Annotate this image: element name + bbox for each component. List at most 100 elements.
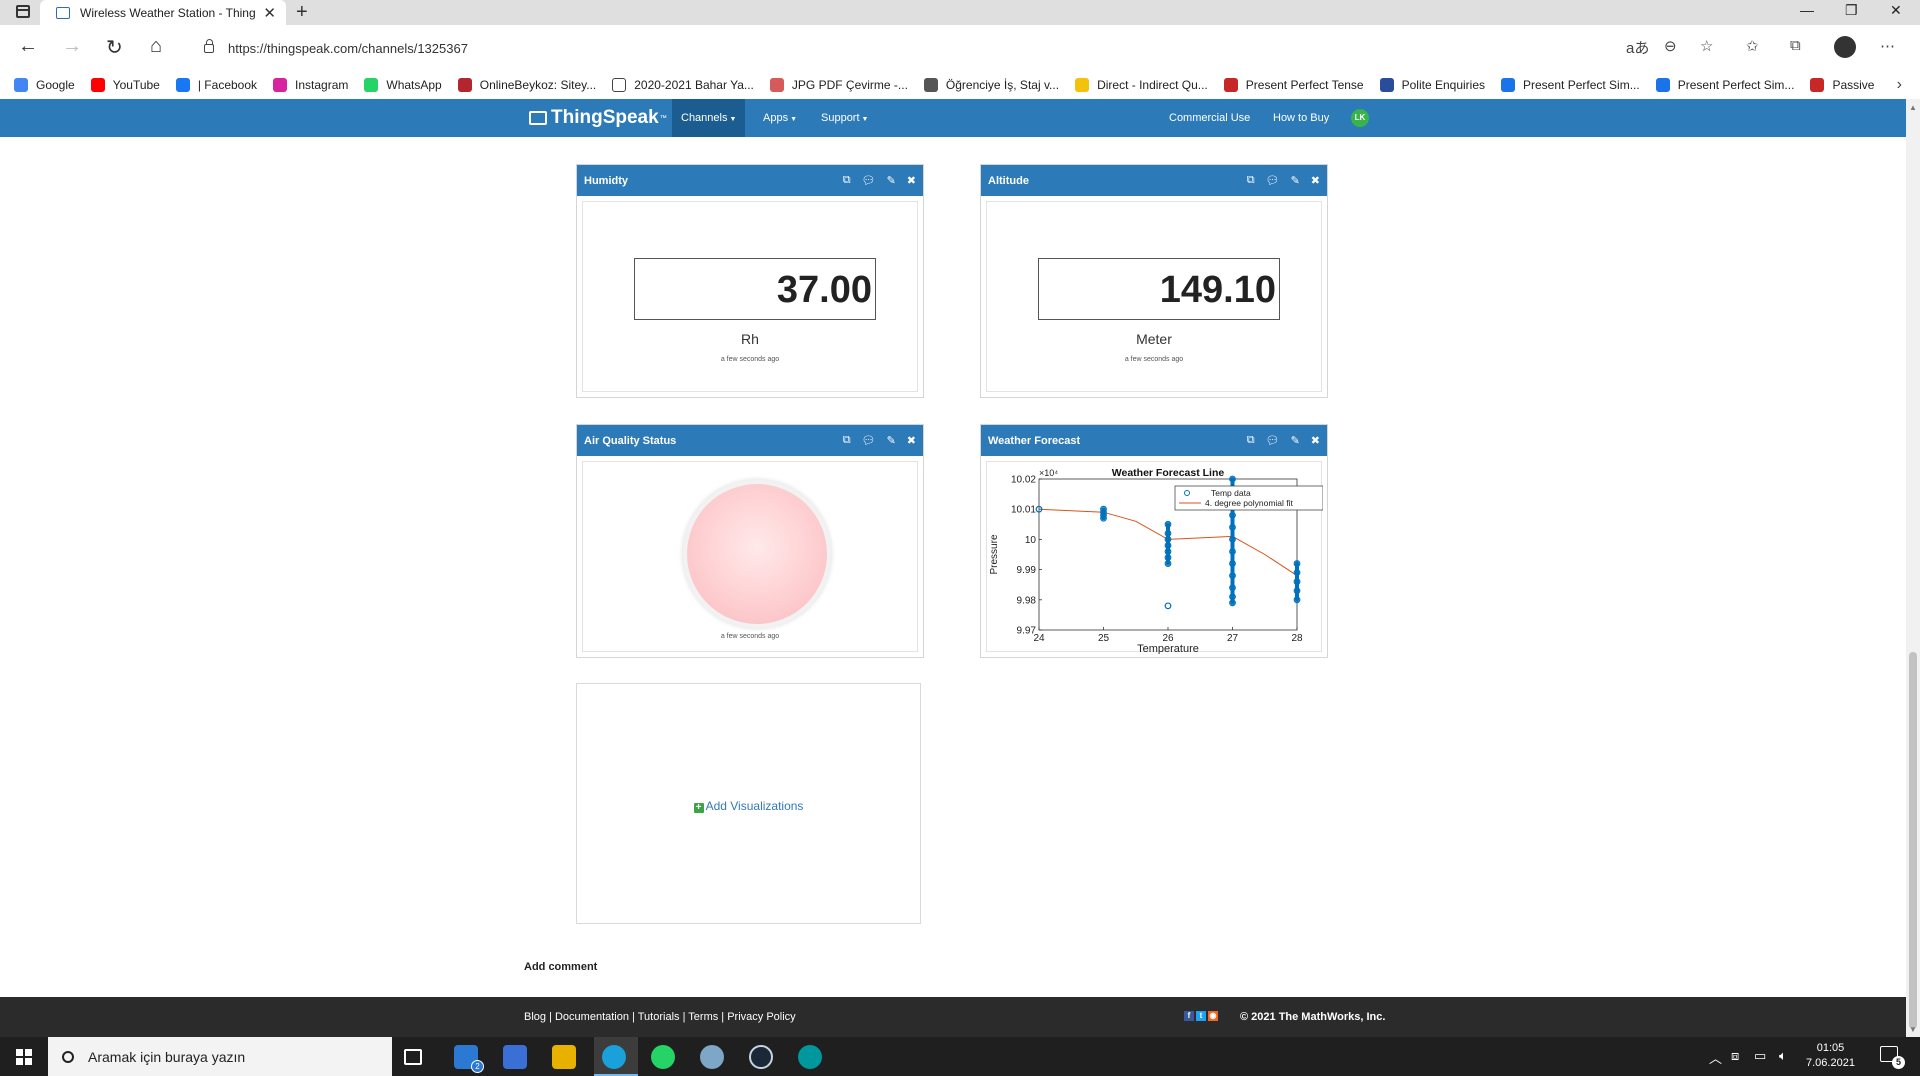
thingspeak-logo[interactable]: ThingSpeak ™ xyxy=(529,107,667,129)
forward-icon[interactable]: → xyxy=(62,35,82,58)
back-icon[interactable]: ← xyxy=(18,35,38,58)
twitter-icon[interactable]: t xyxy=(1196,1011,1206,1021)
steam-icon[interactable] xyxy=(749,1045,773,1069)
copyright: © 2021 The MathWorks, Inc. xyxy=(1240,1011,1386,1023)
edge-icon[interactable] xyxy=(602,1045,626,1069)
bookmark-item[interactable]: JPG PDF Çevirme -... xyxy=(769,78,908,92)
bookmarks-overflow-icon[interactable]: › xyxy=(1897,71,1902,99)
taskbar-search[interactable]: Aramak için buraya yazın xyxy=(48,1037,392,1076)
widget-title: Humidty xyxy=(584,174,628,187)
status-lamp xyxy=(687,484,827,624)
network-icon[interactable]: ▭ xyxy=(1754,1048,1766,1064)
popout-icon[interactable]: ⧉ xyxy=(843,434,851,447)
bookmark-item[interactable]: Google xyxy=(14,78,75,92)
present-perfect-sim-icon xyxy=(1501,78,1515,92)
favorites-icon[interactable]: ✩ xyxy=(1746,37,1759,55)
close-window-icon[interactable]: ✕ xyxy=(1890,2,1902,19)
scroll-up-icon[interactable]: ▲ xyxy=(1909,103,1917,112)
edit-icon[interactable]: ✎ xyxy=(1291,434,1300,447)
refresh-icon[interactable]: ↻ xyxy=(106,35,123,60)
y-tick-label: 10.02 xyxy=(1011,475,1036,486)
edit-icon[interactable]: ✎ xyxy=(1291,174,1300,187)
add-favorite-icon[interactable]: ☆ xyxy=(1700,37,1713,55)
scrollbar-thumb[interactable] xyxy=(1909,652,1917,1029)
nav-channels[interactable]: Channels ▼ xyxy=(672,99,746,137)
mail-icon[interactable]: 2 xyxy=(454,1045,484,1073)
collections-icon[interactable]: ⧉ xyxy=(1790,37,1801,54)
page-scrollbar[interactable]: ▲ ▼ xyxy=(1906,99,1920,1037)
comment-icon[interactable]: 💬︎ xyxy=(1266,434,1280,447)
add-comment-heading[interactable]: Add comment xyxy=(524,961,597,973)
close-tab-icon[interactable]: ✕ xyxy=(263,4,276,22)
paint-icon[interactable] xyxy=(700,1045,724,1069)
show-hidden-icons[interactable]: ︿ xyxy=(1709,1048,1722,1067)
y-tick-label: 10.01 xyxy=(1011,505,1036,516)
url-bar[interactable]: https://thingspeak.com/channels/1325367 xyxy=(190,33,1750,63)
store-icon[interactable] xyxy=(503,1045,527,1069)
weather-forecast-chart: 24 25 26 27 2810.0210.01109.999.989.97×10⁴ We… xyxy=(989,467,1324,655)
footer-links[interactable]: Blog | Documentation | Tutorials | Terms… xyxy=(524,1011,796,1023)
meet-now-icon[interactable]: ⧈ xyxy=(1731,1048,1739,1064)
file-explorer-icon[interactable] xyxy=(552,1045,576,1069)
comment-icon[interactable]: 💬︎ xyxy=(862,434,876,447)
nav-apps[interactable]: Apps ▼ xyxy=(754,99,806,137)
whatsapp-icon xyxy=(364,78,379,92)
bookmark-item[interactable]: OnlineBeykoz: Sitey... xyxy=(457,78,596,92)
close-icon[interactable]: ✖ xyxy=(907,174,916,187)
bookmark-label: Google xyxy=(36,78,75,92)
restore-icon[interactable]: ❐ xyxy=(1845,2,1858,19)
widget-body: a few seconds ago xyxy=(582,461,918,652)
popout-icon[interactable]: ⧉ xyxy=(1247,174,1255,187)
volume-icon[interactable]: 🔈︎ xyxy=(1779,1048,1787,1064)
bookmark-item[interactable]: Passive xyxy=(1810,78,1874,92)
close-icon[interactable]: ✖ xyxy=(1311,434,1320,447)
bookmark-label: Polite Enquiries xyxy=(1401,78,1485,92)
nav-commercial-use[interactable]: Commercial Use xyxy=(1160,99,1259,137)
tab-actions-icon[interactable] xyxy=(16,5,30,18)
bookmark-item[interactable]: 2020-2021 Bahar Ya... xyxy=(612,78,754,92)
add-visualizations-link[interactable]: + Add Visualizations xyxy=(577,799,920,813)
edit-icon[interactable]: ✎ xyxy=(887,174,896,187)
facebook-icon[interactable]: f xyxy=(1184,1011,1194,1021)
browser-tab-active[interactable]: Wireless Weather Station - ThingSpeak ✕ xyxy=(40,0,286,25)
bookmark-item[interactable]: Present Perfect Tense xyxy=(1223,78,1364,92)
read-aloud-icon[interactable]: aあ xyxy=(1626,37,1649,58)
nav-support[interactable]: Support ▼ xyxy=(812,99,877,137)
rss-icon[interactable]: ◉ xyxy=(1208,1011,1218,1021)
scroll-down-icon[interactable]: ▼ xyxy=(1909,1025,1917,1034)
social-links: f t ◉ xyxy=(1184,1011,1218,1021)
task-view-icon[interactable] xyxy=(404,1049,422,1065)
student-job-icon xyxy=(923,78,938,92)
new-tab-icon[interactable]: + xyxy=(296,1,308,24)
bookmark-item[interactable]: YouTube xyxy=(90,78,160,92)
home-icon[interactable]: ⌂ xyxy=(150,35,162,58)
arduino-icon[interactable] xyxy=(798,1045,822,1069)
bookmark-item[interactable]: WhatsApp xyxy=(364,78,442,92)
nav-how-to-buy[interactable]: How to Buy xyxy=(1264,99,1338,137)
notification-center-icon[interactable]: 5 xyxy=(1880,1046,1905,1069)
thingspeak-logo-icon xyxy=(529,111,547,125)
bookmark-item[interactable]: Öğrenciye İş, Staj v... xyxy=(923,78,1059,92)
profile-avatar[interactable] xyxy=(1834,36,1856,58)
windows-start-icon[interactable] xyxy=(16,1049,32,1065)
bookmark-item[interactable]: Present Perfect Sim... xyxy=(1655,78,1794,92)
comment-icon[interactable]: 💬︎ xyxy=(862,174,876,187)
close-icon[interactable]: ✖ xyxy=(1311,174,1320,187)
close-icon[interactable]: ✖ xyxy=(907,434,916,447)
popout-icon[interactable]: ⧉ xyxy=(843,174,851,187)
settings-more-icon[interactable]: ⋯ xyxy=(1880,37,1895,55)
comment-icon[interactable]: 💬︎ xyxy=(1266,174,1280,187)
bookmark-item[interactable]: | Facebook xyxy=(175,78,257,92)
user-avatar[interactable]: LK xyxy=(1351,109,1369,127)
bookmark-item[interactable]: Instagram xyxy=(273,78,348,92)
minimize-icon[interactable]: — xyxy=(1800,2,1814,18)
bookmark-label: 2020-2021 Bahar Ya... xyxy=(634,78,754,92)
zoom-icon[interactable]: ⊖ xyxy=(1664,37,1677,55)
bookmark-item[interactable]: Polite Enquiries xyxy=(1379,78,1485,92)
bookmark-item[interactable]: Direct - Indirect Qu... xyxy=(1075,78,1208,92)
edit-icon[interactable]: ✎ xyxy=(887,434,896,447)
taskbar-clock[interactable]: 01:05 7.06.2021 xyxy=(1806,1041,1855,1071)
whatsapp-icon[interactable] xyxy=(651,1045,675,1069)
popout-icon[interactable]: ⧉ xyxy=(1247,434,1255,447)
bookmark-item[interactable]: Present Perfect Sim... xyxy=(1501,78,1640,92)
